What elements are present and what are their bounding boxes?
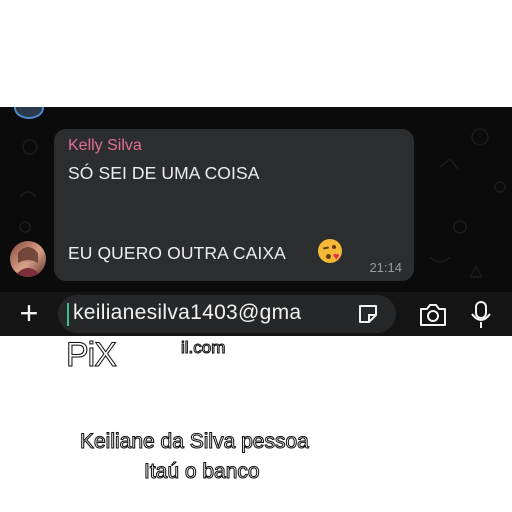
message-line-2: EU QUERO OUTRA CAIXA: [68, 243, 286, 263]
camera-icon[interactable]: [418, 302, 448, 328]
sender-avatar[interactable]: [10, 241, 46, 277]
caption-line-2: Itaú o banco: [144, 460, 261, 484]
text-cursor: [67, 303, 69, 326]
message-composer: + keilianesilva1403@gma: [0, 292, 512, 336]
kiss-emoji-icon: ♥: [318, 239, 342, 263]
sender-name[interactable]: Kelly Silva: [68, 137, 142, 155]
pix-label: PiX: [66, 336, 118, 375]
message-time: 21:14: [369, 260, 402, 275]
email-continuation: il.com: [180, 338, 226, 358]
message-line-1: SÓ SEI DE UMA COISA: [68, 163, 260, 183]
chat-screenshot: Kelly Silva SÓ SEI DE UMA COISA EU QUERO…: [0, 107, 512, 336]
microphone-icon[interactable]: [469, 300, 493, 330]
caption-line-1: Keiliane da Silva pessoa: [80, 430, 310, 454]
attach-plus-icon[interactable]: +: [14, 296, 44, 332]
message-bubble[interactable]: Kelly Silva SÓ SEI DE UMA COISA EU QUERO…: [54, 129, 414, 281]
avatar-photo-icon: [14, 247, 42, 277]
message-input-text: keilianesilva1403@gma: [73, 301, 302, 324]
message-input[interactable]: keilianesilva1403@gma: [58, 295, 396, 333]
sticker-icon[interactable]: [356, 302, 380, 326]
